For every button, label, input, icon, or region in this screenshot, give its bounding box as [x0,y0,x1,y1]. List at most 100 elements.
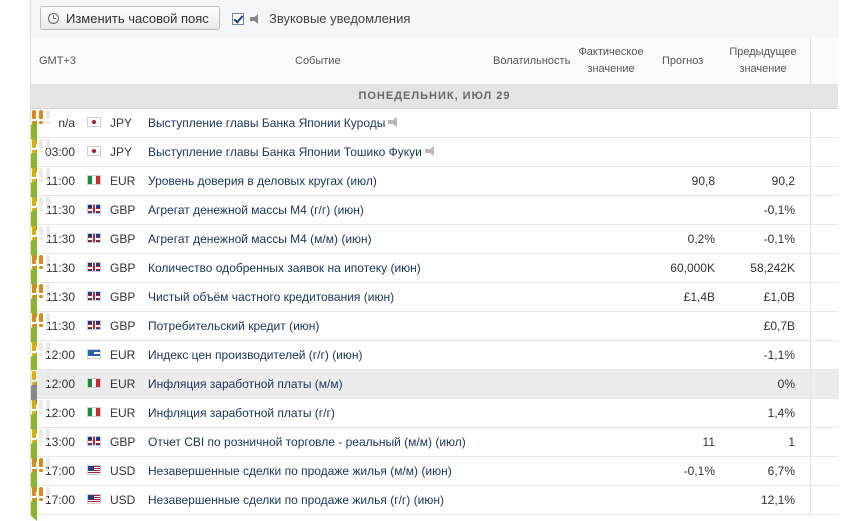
previous-value: 6,7% [767,464,795,478]
table-row[interactable]: 11:00 EUR Уровень доверия в деловых круг… [31,167,839,202]
event-title[interactable]: Выступление главы Банка Японии Тошико Фу… [148,138,439,166]
event-currency: JPY [110,116,133,130]
row-arrow-column [810,312,839,340]
row-arrow-column [810,457,839,485]
forecast-column-header: Прогноз [662,54,704,67]
event-title[interactable]: Незавершенные сделки по продаже жилья (м… [148,457,452,485]
table-row[interactable]: 11:30 GBP Чистый объём частного кредитов… [31,283,839,318]
forecast-value: 60,000K [670,261,715,275]
table-row[interactable]: n/a JPY Выступление главы Банка Японии К… [31,109,839,144]
speech-icon [388,116,402,128]
calendar-column-headers: GMT+3 Событие Волатильность Фактическое … [30,38,839,85]
table-row[interactable]: 12:00 EUR Инфляция заработной платы (м/м… [31,370,839,405]
event-title-text[interactable]: Инфляция заработной платы (г/г) [148,406,335,420]
change-timezone-button[interactable]: Изменить часовой пояс [40,6,220,30]
table-row[interactable]: 11:30 GBP Агрегат денежной массы М4 (м/м… [31,225,839,260]
gb-flag-icon [87,204,101,214]
row-arrow-column [810,196,839,224]
volatility-bang-icon [38,283,44,299]
previous-value: 0% [777,377,795,391]
volatility-bang-icon [45,225,51,241]
event-currency: GBP [110,232,136,246]
event-title-text[interactable]: Выступление главы Банка Японии Тошико Фу… [148,145,422,159]
sound-notifications-toggle[interactable]: Звуковые уведомления [232,11,410,26]
event-title-text[interactable]: Агрегат денежной массы М4 (г/г) (июн) [148,203,364,217]
calendar-toolbar: Изменить часовой пояс Звуковые уведомлен… [30,0,839,39]
event-title[interactable]: Незавершенные сделки по продаже жилья (г… [148,486,444,514]
row-arrow-column [810,109,839,137]
table-row[interactable]: 11:30 GBP Количество одобренных заявок н… [31,254,839,289]
event-currency: GBP [110,290,136,304]
actual-column-header: Фактическое значение [578,46,644,75]
event-currency: EUR [110,174,136,188]
gmt-column-header[interactable]: GMT+3 [39,38,76,84]
volatility-bang-icon [38,138,44,154]
previous-value: £0,7B [763,319,795,333]
speech-icon [424,145,439,157]
event-title-text[interactable]: Чистый объём частного кредитования (июн) [148,290,394,304]
event-column-header: Событие [295,54,341,67]
table-row[interactable]: 17:00 USD Незавершенные сделки по продаж… [31,457,839,492]
gr-flag-icon [87,349,101,359]
event-title-text[interactable]: Потребительский кредит (июн) [148,319,319,333]
table-row[interactable]: 03:00 JPY Выступление главы Банка Японии… [31,138,839,173]
volatility-bang-icon [31,138,37,154]
event-title[interactable]: Потребительский кредит (июн) [148,312,319,340]
event-title-text[interactable]: Незавершенные сделки по продаже жилья (м… [148,464,452,478]
event-title[interactable]: Инфляция заработной платы (м/м) [148,370,343,398]
table-row[interactable]: 11:30 GBP Агрегат денежной массы М4 (г/г… [31,196,839,231]
previous-value: 1,4% [767,406,795,420]
event-currency: USD [110,464,136,478]
event-title[interactable]: Агрегат денежной массы М4 (м/м) (июн) [148,225,372,253]
events-table: n/a JPY Выступление главы Банка Японии К… [30,109,839,521]
event-currency: GBP [110,261,136,275]
volatility-bang-icon [45,283,51,299]
event-title-text[interactable]: Отчет CBI по розничной торговле - реальн… [148,435,466,449]
table-row[interactable]: 11:30 GBP Потребительский кредит (июн) £… [31,312,839,347]
event-currency: EUR [110,348,136,362]
day-header: ПОНЕДЕЛЬНИК, ИЮЛ 29 [30,84,838,109]
volatility-indicator [31,109,55,125]
it-flag-icon [87,407,101,417]
event-title-text[interactable]: Незавершенные сделки по продаже жилья (г… [148,493,444,507]
volatility-bang-icon [38,428,44,444]
row-arrow-column [810,167,839,195]
event-title-text[interactable]: Индекс цен производителей (г/г) (июн) [148,348,363,362]
volatility-bang-icon [31,312,37,328]
volatility-bang-icon [45,486,51,502]
event-title[interactable]: Количество одобренных заявок на ипотеку … [148,254,421,282]
volatility-bang-icon [38,399,44,415]
volatility-bang-icon [38,225,44,241]
table-row[interactable]: 12:00 EUR Инфляция заработной платы (г/г… [31,399,839,434]
table-row[interactable]: 12:00 EUR Индекс цен производителей (г/г… [31,341,839,376]
event-title-text[interactable]: Количество одобренных заявок на ипотеку … [148,261,421,275]
row-arrow-column [810,370,839,398]
event-title[interactable]: Индекс цен производителей (г/г) (июн) [148,341,363,369]
event-currency: JPY [110,145,133,159]
forecast-value: 0,2% [687,232,715,246]
event-title[interactable]: Отчет CBI по розничной торговле - реальн… [148,428,466,456]
event-title[interactable]: Чистый объём частного кредитования (июн) [148,283,394,311]
previous-value: 1 [788,435,795,449]
event-title[interactable]: Инфляция заработной платы (г/г) [148,399,335,427]
jp-flag-icon [87,117,101,127]
previous-value: -0,1% [763,232,795,246]
forecast-value: -0,1% [683,464,715,478]
event-title[interactable]: Агрегат денежной массы М4 (г/г) (июн) [148,196,364,224]
volatility-bang-icon [38,196,44,212]
forecast-value: 11 [702,435,715,449]
event-title-text[interactable]: Агрегат денежной массы М4 (м/м) (июн) [148,232,372,246]
table-row[interactable]: 17:00 USD Незавершенные сделки по продаж… [31,486,839,521]
row-arrow-column [810,399,839,427]
event-title[interactable]: Уровень доверия в деловых кругах (июл) [148,167,377,195]
previous-value: £1,0B [763,290,795,304]
event-title-text[interactable]: Выступление главы Банка Японии Куроды [148,116,385,130]
event-title-text[interactable]: Уровень доверия в деловых кругах (июл) [148,174,377,188]
event-currency: EUR [110,377,136,391]
table-row[interactable]: 13:00 GBP Отчет CBI по розничной торговл… [31,428,839,463]
event-title-text[interactable]: Инфляция заработной платы (м/м) [148,377,343,391]
event-title[interactable]: Выступление главы Банка Японии Куроды [148,109,402,137]
gb-flag-icon [87,233,101,243]
it-flag-icon [87,378,101,388]
sound-notifications-checkbox[interactable] [232,12,244,25]
